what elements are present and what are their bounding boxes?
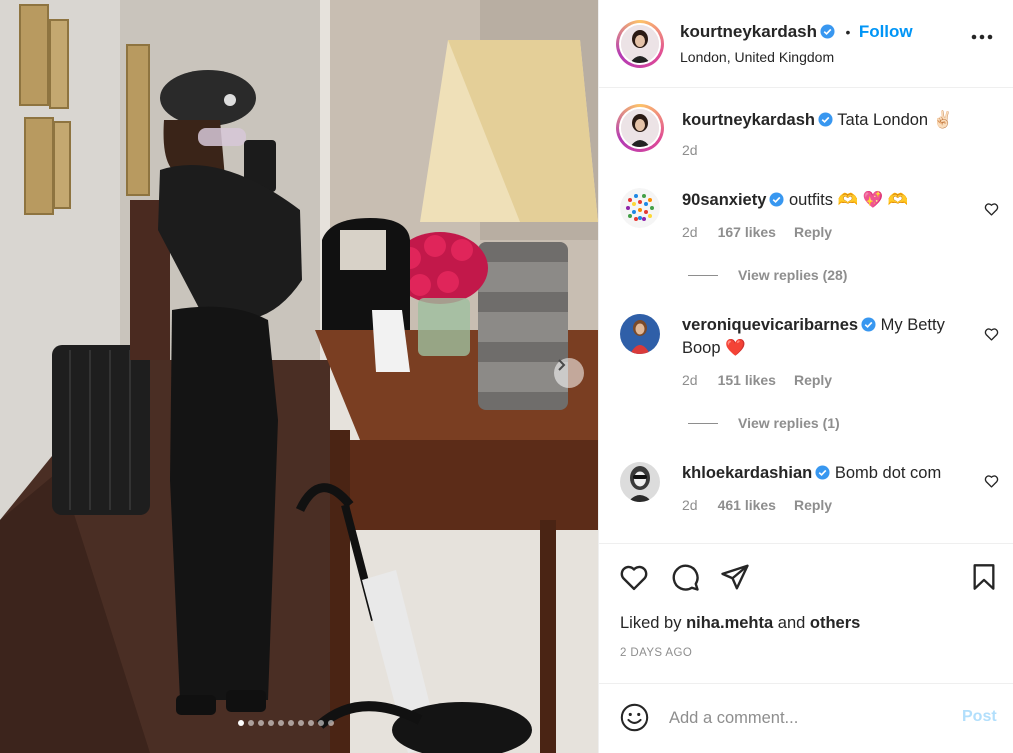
share-paper-plane-icon[interactable] <box>720 562 750 592</box>
verified-badge-icon <box>769 192 784 207</box>
carousel-dot <box>278 720 284 726</box>
carousel-dot <box>248 720 254 726</box>
comment-bubble-icon[interactable] <box>670 562 700 592</box>
comment-likes[interactable]: 461 likes <box>718 497 776 513</box>
post-side-panel: kourtneykardash • Follow London, United … <box>598 0 1013 753</box>
comment-time[interactable]: 2d <box>682 372 698 388</box>
comment-meta: 2d 461 likes Reply <box>682 497 832 513</box>
header-separator: • <box>845 24 851 40</box>
post-photo[interactable] <box>0 0 598 753</box>
follow-button[interactable]: Follow <box>859 22 913 41</box>
view-replies-line <box>688 423 718 424</box>
comment-meta: 2d 167 likes Reply <box>682 224 832 240</box>
liked-by-text: Liked by niha.mehta and others <box>620 614 860 633</box>
comments-section: kourtneykardash Tata London ✌🏻 2d 90sanx… <box>599 88 1013 543</box>
carousel-dot <box>318 720 324 726</box>
caption-text: Tata London ✌🏻 <box>837 111 954 129</box>
avatar-image <box>620 314 660 354</box>
avatar-image <box>620 462 660 502</box>
more-horizontal-icon[interactable] <box>971 34 993 40</box>
comment-time[interactable]: 2d <box>682 497 698 513</box>
comment-time[interactable]: 2d <box>682 224 698 240</box>
author-avatar[interactable] <box>616 20 664 68</box>
verified-badge-icon <box>818 112 833 127</box>
comment-input[interactable] <box>669 706 949 730</box>
caption-author-avatar[interactable] <box>616 104 664 152</box>
chevron-right-icon <box>558 359 566 371</box>
verified-badge-icon <box>861 317 876 332</box>
comment-username[interactable]: 90sanxiety <box>682 191 766 209</box>
reply-button[interactable]: Reply <box>794 372 832 388</box>
carousel-dot <box>298 720 304 726</box>
commenter-avatar[interactable] <box>620 188 660 228</box>
comment-like-heart-icon[interactable] <box>984 327 999 341</box>
post-header: kourtneykardash • Follow London, United … <box>599 0 1013 88</box>
liked-by-and: and <box>777 614 806 632</box>
comment-text: Bomb dot com <box>834 464 942 482</box>
post-time-ago[interactable]: 2 DAYS AGO <box>620 647 692 659</box>
carousel-dots <box>238 720 334 726</box>
carousel-dot <box>268 720 274 726</box>
comment-text-row: 90sanxiety outfits 🫶 💖 🫶 <box>682 189 977 212</box>
comment-text-row: khloekardashian Bomb dot com <box>682 462 977 485</box>
carousel-dot <box>328 720 334 726</box>
like-heart-icon[interactable] <box>619 563 649 591</box>
carousel-dot <box>238 720 244 726</box>
comment-username[interactable]: khloekardashian <box>682 464 812 482</box>
post-location[interactable]: London, United Kingdom <box>680 49 834 65</box>
emoji-smiley-icon[interactable] <box>620 703 649 732</box>
author-username[interactable]: kourtneykardash <box>680 22 817 41</box>
view-replies-button[interactable]: View replies (28) <box>738 267 847 283</box>
carousel-dot <box>308 720 314 726</box>
commenter-avatar[interactable] <box>620 314 660 354</box>
post-actions: Liked by niha.mehta and others 2 DAYS AG… <box>599 543 1013 683</box>
liked-by-user[interactable]: niha.mehta <box>686 614 773 632</box>
view-replies-line <box>688 275 718 276</box>
carousel-dot <box>258 720 264 726</box>
avatar-image <box>620 188 660 228</box>
comment-text-row: veroniquevicaribarnes My Betty Boop ❤️ <box>682 314 972 360</box>
liked-by-prefix: Liked by <box>620 614 682 632</box>
comment-username[interactable]: veroniquevicaribarnes <box>682 316 858 334</box>
verified-badge-icon <box>820 24 835 39</box>
next-slide-button[interactable] <box>554 358 584 388</box>
liked-by-others[interactable]: others <box>810 614 860 632</box>
header-title-row: kourtneykardash • Follow <box>680 22 913 42</box>
carousel-dot <box>288 720 294 726</box>
reply-button[interactable]: Reply <box>794 224 832 240</box>
comment-likes[interactable]: 167 likes <box>718 224 776 240</box>
save-bookmark-icon[interactable] <box>971 563 997 591</box>
comment-text: outfits 🫶 💖 🫶 <box>789 191 909 209</box>
comment-like-heart-icon[interactable] <box>984 202 999 216</box>
post-photo-illustration <box>0 0 598 753</box>
commenter-avatar[interactable] <box>620 462 660 502</box>
view-replies-button[interactable]: View replies (1) <box>738 415 840 431</box>
avatar-image <box>621 109 659 147</box>
comment-likes[interactable]: 151 likes <box>718 372 776 388</box>
avatar-image <box>621 25 659 63</box>
comment-meta: 2d 151 likes Reply <box>682 372 832 388</box>
add-comment-bar: Post <box>599 683 1013 753</box>
post-comment-button[interactable]: Post <box>962 708 997 726</box>
reply-button[interactable]: Reply <box>794 497 832 513</box>
comment-like-heart-icon[interactable] <box>984 474 999 488</box>
caption-username[interactable]: kourtneykardash <box>682 111 815 129</box>
caption-time[interactable]: 2d <box>682 142 698 158</box>
caption-text-row: kourtneykardash Tata London ✌🏻 <box>682 109 992 132</box>
verified-badge-icon <box>815 465 830 480</box>
